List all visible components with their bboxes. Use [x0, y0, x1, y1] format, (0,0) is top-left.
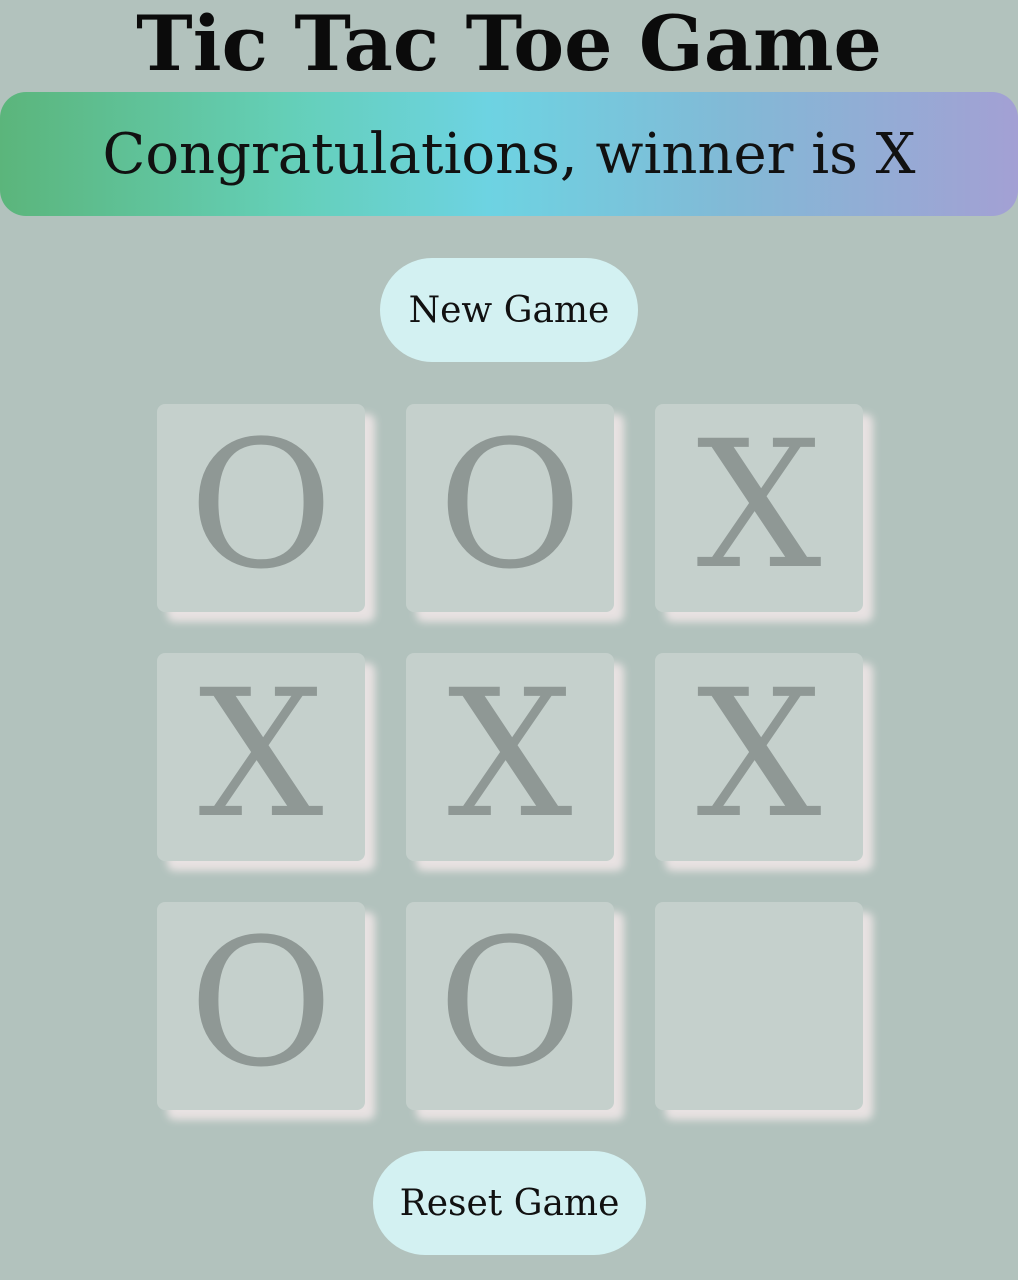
reset-game-button[interactable]: Reset Game	[373, 1151, 646, 1255]
cell-mark: O	[437, 902, 583, 1106]
cell-mark: O	[188, 404, 334, 608]
cell-mark: X	[447, 653, 573, 857]
status-message: Congratulations, winner is X	[102, 121, 916, 187]
cell-mark: X	[696, 653, 822, 857]
status-banner: Congratulations, winner is X	[0, 92, 1018, 216]
new-game-button[interactable]: New Game	[380, 258, 638, 362]
board-cell-6[interactable]: X	[655, 653, 863, 861]
board-cell-2[interactable]: O	[406, 404, 614, 612]
page-title: Tic Tac Toe Game	[136, 0, 882, 88]
board-cell-8[interactable]: O	[406, 902, 614, 1110]
board-cell-1[interactable]: O	[157, 404, 365, 612]
game-board: O O X X X X O O	[157, 404, 863, 1110]
board-cell-5[interactable]: X	[406, 653, 614, 861]
cell-mark: X	[198, 653, 324, 857]
cell-mark: O	[188, 902, 334, 1106]
cell-mark: X	[696, 404, 822, 608]
cell-mark: O	[437, 404, 583, 608]
board-cell-3[interactable]: X	[655, 404, 863, 612]
board-cell-9[interactable]	[655, 902, 863, 1110]
board-cell-7[interactable]: O	[157, 902, 365, 1110]
board-cell-4[interactable]: X	[157, 653, 365, 861]
